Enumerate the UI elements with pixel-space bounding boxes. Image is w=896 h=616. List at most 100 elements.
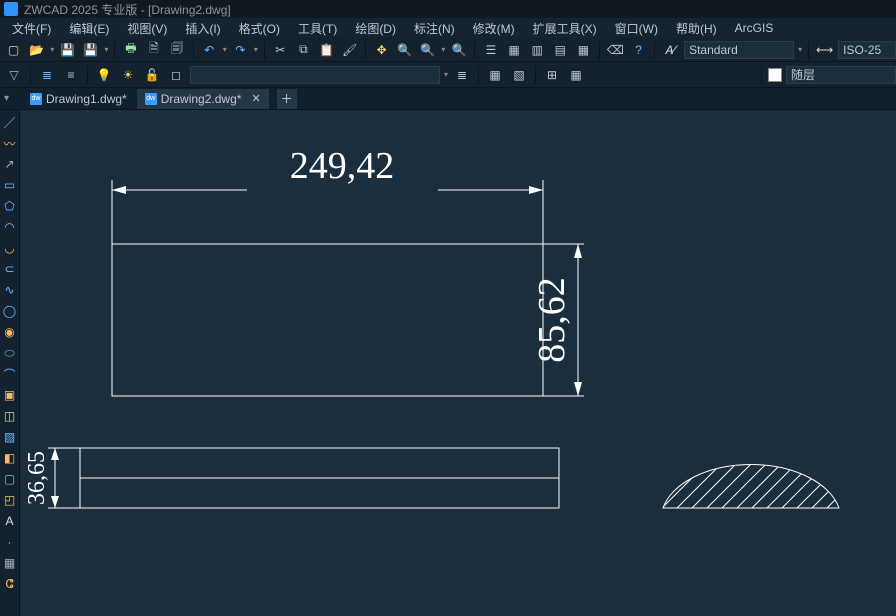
ortho-icon[interactable]: ⊞ (542, 65, 562, 85)
polyline-icon[interactable]: 〰 (2, 135, 18, 151)
polygon-icon[interactable]: ⬠ (2, 198, 18, 214)
close-icon[interactable]: ✕ (251, 92, 260, 105)
wipeout-icon[interactable]: ◰ (2, 492, 18, 508)
circle-icon[interactable]: ◯ (2, 303, 18, 319)
point-icon[interactable]: · (2, 534, 18, 550)
hatched-shape (650, 430, 896, 520)
menu-window[interactable]: 窗口(W) (609, 19, 664, 38)
menu-view[interactable]: 视图(V) (121, 19, 173, 38)
layer-state-icon[interactable]: ≡ (61, 65, 81, 85)
calc-icon[interactable]: ▦ (574, 40, 593, 60)
pan-icon[interactable]: ✥ (372, 40, 391, 60)
dim-style-icon[interactable]: ⟷ (815, 40, 834, 60)
menu-help[interactable]: 帮助(H) (670, 19, 723, 38)
draw-toolbar: ／ 〰 ↗ ▭ ⬠ ◠ ◡ ⊂ ∿ ◯ ◉ ⬭ ⌒ ▣ ◫ ▨ ◧ ▢ ◰ A … (0, 110, 20, 616)
layer-sun-icon[interactable]: ☀ (118, 65, 138, 85)
zoom-window-icon[interactable]: 🔍 (418, 40, 437, 60)
tab-menu-chevron-icon[interactable]: ▾ (4, 93, 9, 104)
menu-file[interactable]: 文件(F) (6, 19, 57, 38)
paste-icon[interactable]: 📋 (317, 40, 336, 60)
tab-drawing1[interactable]: dw Drawing1.dwg* (22, 89, 135, 109)
rev-icon[interactable]: ⊂ (2, 261, 18, 277)
block-icon[interactable]: ▦ (485, 65, 505, 85)
text-icon[interactable]: A (2, 513, 18, 529)
menu-insert[interactable]: 插入(I) (179, 19, 226, 38)
ellipse-arc-icon[interactable]: ⌒ (2, 366, 18, 382)
ray-icon[interactable]: ↗ (2, 156, 18, 172)
block-create-icon[interactable]: ◫ (2, 408, 18, 424)
grid-icon[interactable]: ▦ (566, 65, 586, 85)
redo-icon[interactable]: ↷ (231, 40, 250, 60)
saveas-icon[interactable]: 💾 (81, 40, 100, 60)
preview-icon[interactable]: 🗎 (144, 40, 163, 60)
hatch-icon[interactable]: ▨ (2, 429, 18, 445)
menu-edit[interactable]: 编辑(E) (63, 19, 115, 38)
arc-icon[interactable]: ◠ (2, 219, 18, 235)
menu-extensions[interactable]: 扩展工具(X) (527, 19, 603, 38)
cut-icon[interactable]: ✂ (271, 40, 290, 60)
sheetset-icon[interactable]: ▤ (551, 40, 570, 60)
filter-icon[interactable]: ▽ (4, 65, 24, 85)
separator (654, 41, 655, 59)
tabstrip: ▾ dw Drawing1.dwg* dw Drawing2.dwg* ✕ ＋ (0, 88, 896, 110)
menu-tools[interactable]: 工具(T) (292, 19, 343, 38)
dim-right-text: 85,62 (531, 277, 573, 363)
layer-props-icon[interactable]: ≣ (37, 65, 57, 85)
rect-icon[interactable]: ▭ (2, 177, 18, 193)
arc2-icon[interactable]: ◡ (2, 240, 18, 256)
menu-dimension[interactable]: 标注(N) (408, 19, 461, 38)
tab-add-button[interactable]: ＋ (277, 89, 297, 109)
publish-icon[interactable]: 🗐 (168, 40, 187, 60)
undo-icon[interactable]: ↶ (200, 40, 219, 60)
separator (535, 66, 536, 84)
separator (808, 41, 809, 59)
spline-icon[interactable]: ∿ (2, 282, 18, 298)
app-logo-icon (4, 2, 18, 16)
region-icon[interactable]: ▢ (2, 471, 18, 487)
line-icon[interactable]: ／ (2, 114, 18, 130)
menu-draw[interactable]: 绘图(D) (349, 19, 402, 38)
zoom-rt-icon[interactable]: 🔍 (395, 40, 414, 60)
drawing-canvas[interactable]: 249,42 85,62 36,65 (20, 110, 896, 616)
dwg-icon: dw (145, 93, 157, 105)
menu-format[interactable]: 格式(O) (233, 19, 286, 38)
copy-icon[interactable]: ⧉ (294, 40, 313, 60)
props-icon[interactable]: ☰ (481, 40, 500, 60)
text-style-icon[interactable]: A⁄ (661, 40, 680, 60)
separator (478, 66, 479, 84)
help-icon[interactable]: ? (629, 40, 648, 60)
save-icon[interactable]: 💾 (58, 40, 77, 60)
menu-arcgis[interactable]: ArcGIS (729, 20, 780, 36)
designcenter-icon[interactable]: ▦ (505, 40, 524, 60)
helix-icon[interactable]: ⵛ (2, 576, 18, 592)
bylayer-color-select[interactable] (786, 66, 896, 84)
zoom-prev-icon[interactable]: 🔍 (449, 40, 468, 60)
open-file-icon[interactable]: 📂 (27, 40, 46, 60)
separator (474, 41, 475, 59)
tab-label: Drawing2.dwg* (161, 92, 242, 106)
donut-icon[interactable]: ◉ (2, 324, 18, 340)
separator (365, 41, 366, 59)
layer-color-icon[interactable]: ◻ (166, 65, 186, 85)
matchprop-icon[interactable]: 🖌 (340, 40, 359, 60)
layer-bulb-icon[interactable]: 💡 (94, 65, 114, 85)
layer-select[interactable] (190, 66, 440, 84)
gradient-icon[interactable]: ◧ (2, 450, 18, 466)
toolbar-main: ▢ 📂▾ 💾 💾▾ 🖶 🗎 🗐 ↶▾ ↷▾ ✂ ⧉ 📋 🖌 ✥ 🔍 🔍▾ 🔍 ☰… (0, 38, 896, 62)
dim-style-select[interactable] (838, 41, 896, 59)
toolpalette-icon[interactable]: ▥ (528, 40, 547, 60)
plot-icon[interactable]: 🖶 (121, 40, 140, 60)
text-style-select[interactable] (684, 41, 794, 59)
ellipse-icon[interactable]: ⬭ (2, 345, 18, 361)
toolbar-layer: ▽ ≣ ≡ 💡 ☀ 🔓 ◻ ▾ ≣ ▦ ▧ ⊞ ▦ (0, 62, 896, 88)
layer-match-icon[interactable]: ≣ (452, 65, 472, 85)
layer-lock-icon[interactable]: 🔓 (142, 65, 162, 85)
tab-drawing2[interactable]: dw Drawing2.dwg* ✕ (137, 89, 269, 109)
new-file-icon[interactable]: ▢ (4, 40, 23, 60)
table-icon[interactable]: ▦ (2, 555, 18, 571)
block-insert-icon[interactable]: ▣ (2, 387, 18, 403)
block2-icon[interactable]: ▧ (509, 65, 529, 85)
menu-modify[interactable]: 修改(M) (467, 19, 521, 38)
clean-icon[interactable]: ⌫ (606, 40, 625, 60)
color-swatch-icon[interactable] (768, 68, 782, 82)
